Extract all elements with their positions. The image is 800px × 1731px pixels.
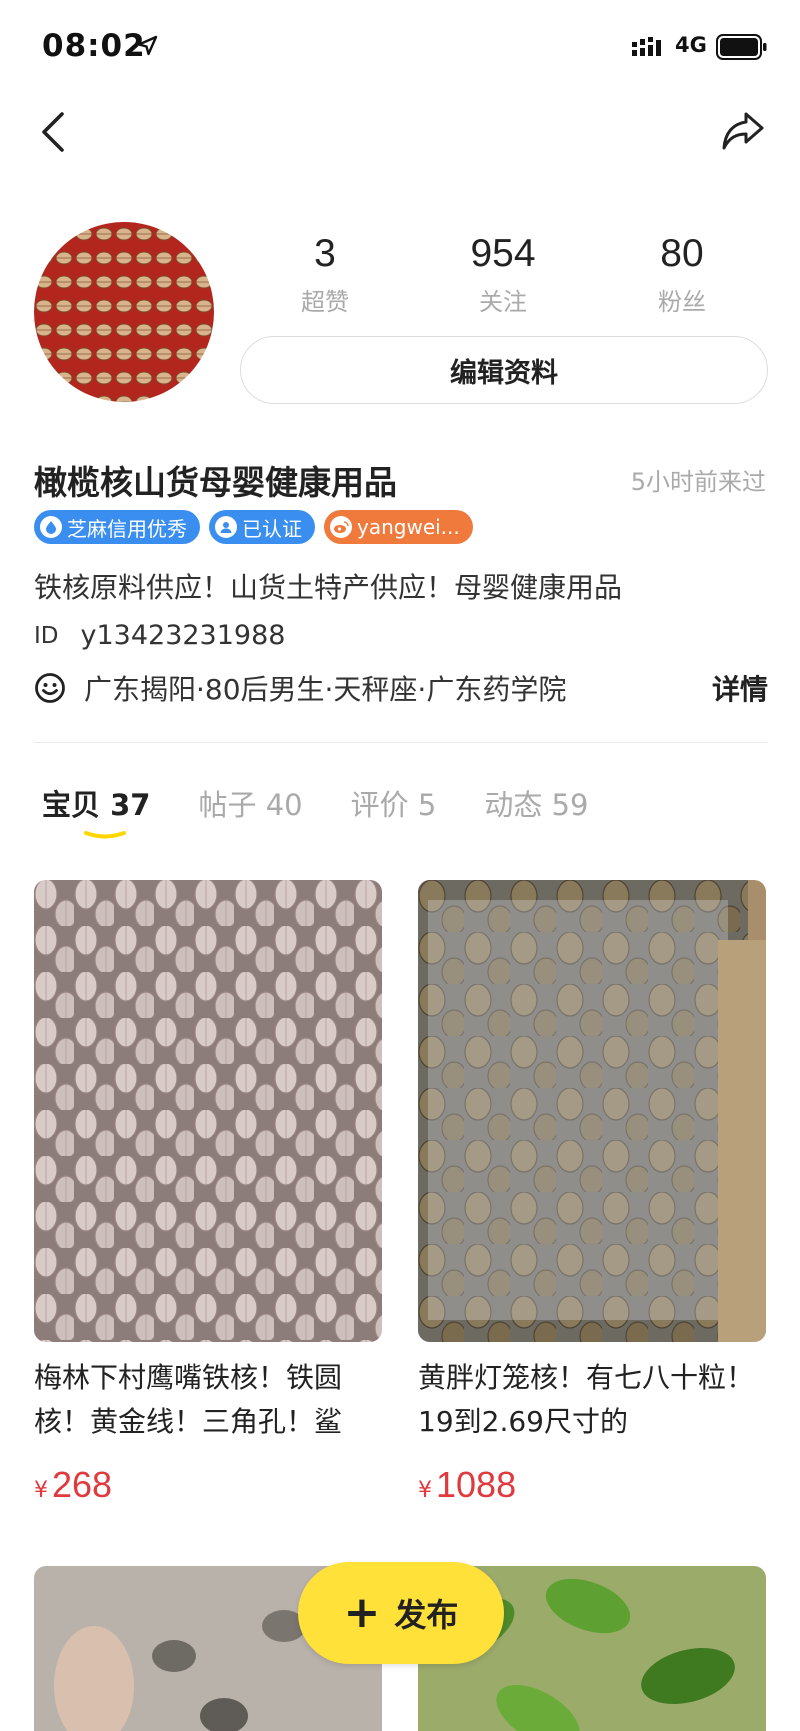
tab-activity[interactable]: 动态 59: [484, 782, 588, 824]
status-bar: 08:02 4G: [0, 0, 800, 96]
tab-items[interactable]: 宝贝 37: [42, 782, 150, 824]
stat-value: 954: [470, 232, 536, 275]
credit-icon: [40, 516, 62, 538]
tab-posts[interactable]: 帖子 40: [198, 782, 302, 824]
location-arrow-icon: [137, 35, 158, 56]
product-card[interactable]: 黄胖灯笼核！有七八十粒！19到2.69尺寸的 ¥ 1088: [418, 880, 766, 1506]
badge-label: 芝麻信用优秀: [67, 516, 187, 541]
badge-label: yangwei...: [357, 515, 460, 539]
avatar[interactable]: [34, 222, 214, 402]
product-card[interactable]: 梅林下村鹰嘴铁核！铁圆核！黄金线！三角孔！鲨 ¥ 268: [34, 880, 382, 1506]
bio: 铁核原料供应！山货土特产供应！母婴健康用品: [34, 571, 623, 604]
tab-reviews[interactable]: 评价 5: [351, 782, 437, 824]
verified-badge[interactable]: 已认证: [209, 510, 315, 544]
badge-label: 已认证: [242, 516, 302, 541]
share-icon[interactable]: [720, 108, 766, 154]
profile-info-row[interactable]: 广东揭阳·80后男生·天秤座·广东药学院 详情: [34, 668, 768, 708]
content-tabs: 宝贝 37 帖子 40 评价 5 动态 59: [42, 782, 588, 824]
currency-symbol: ¥: [418, 1478, 432, 1503]
user-id: y13423231988: [80, 620, 286, 651]
stat-followers[interactable]: 80 粉丝: [617, 232, 747, 317]
currency-symbol: ¥: [34, 1478, 48, 1503]
product-price: ¥ 1088: [418, 1464, 766, 1506]
battery-icon: [716, 34, 767, 60]
publish-button[interactable]: + 发布: [298, 1562, 504, 1664]
user-name: 橄榄核山货母婴健康用品: [34, 463, 397, 502]
product-title: 梅林下村鹰嘴铁核！铁圆核！黄金线！三角孔！鲨: [34, 1361, 343, 1438]
stat-label: 超赞: [301, 288, 349, 316]
credit-badge[interactable]: 芝麻信用优秀: [34, 510, 200, 544]
weibo-icon: [330, 516, 352, 538]
avatar-image: [34, 222, 214, 402]
smiley-icon: [35, 673, 65, 703]
product-image[interactable]: [34, 880, 382, 1342]
product-image[interactable]: [418, 880, 766, 1342]
network-type: 4G: [675, 33, 707, 57]
clock: 08:02: [42, 28, 146, 64]
verified-icon: [215, 516, 237, 538]
stat-label: 关注: [479, 288, 527, 316]
stat-value: 3: [314, 232, 336, 275]
publish-label: 发布: [394, 1596, 459, 1634]
stat-label: 粉丝: [658, 288, 706, 316]
divider: [34, 742, 768, 743]
user-id-row: ID y13423231988: [34, 620, 285, 651]
price-value: 268: [52, 1464, 113, 1505]
back-icon[interactable]: [36, 106, 72, 158]
last-seen: 5小时前来过: [630, 468, 766, 496]
price-value: 1088: [436, 1464, 517, 1505]
profile-info: 广东揭阳·80后男生·天秤座·广东药学院: [84, 673, 567, 706]
stat-value: 80: [660, 232, 704, 275]
badge-row: 芝麻信用优秀 已认证 yangwei...: [34, 510, 473, 544]
signal-icon: [632, 37, 661, 56]
weibo-badge[interactable]: yangwei...: [324, 510, 473, 544]
product-title: 黄胖灯笼核！有七八十粒！19到2.69尺寸的: [418, 1361, 755, 1438]
plus-icon: +: [343, 1587, 381, 1638]
product-price: ¥ 268: [34, 1464, 382, 1506]
stat-following[interactable]: 954 关注: [438, 232, 568, 317]
details-link[interactable]: 详情: [712, 668, 768, 708]
stat-likes[interactable]: 3 超赞: [260, 232, 390, 317]
active-tab-indicator: [84, 831, 126, 839]
edit-profile-button[interactable]: 编辑资料: [240, 336, 768, 404]
id-label: ID: [34, 623, 59, 649]
